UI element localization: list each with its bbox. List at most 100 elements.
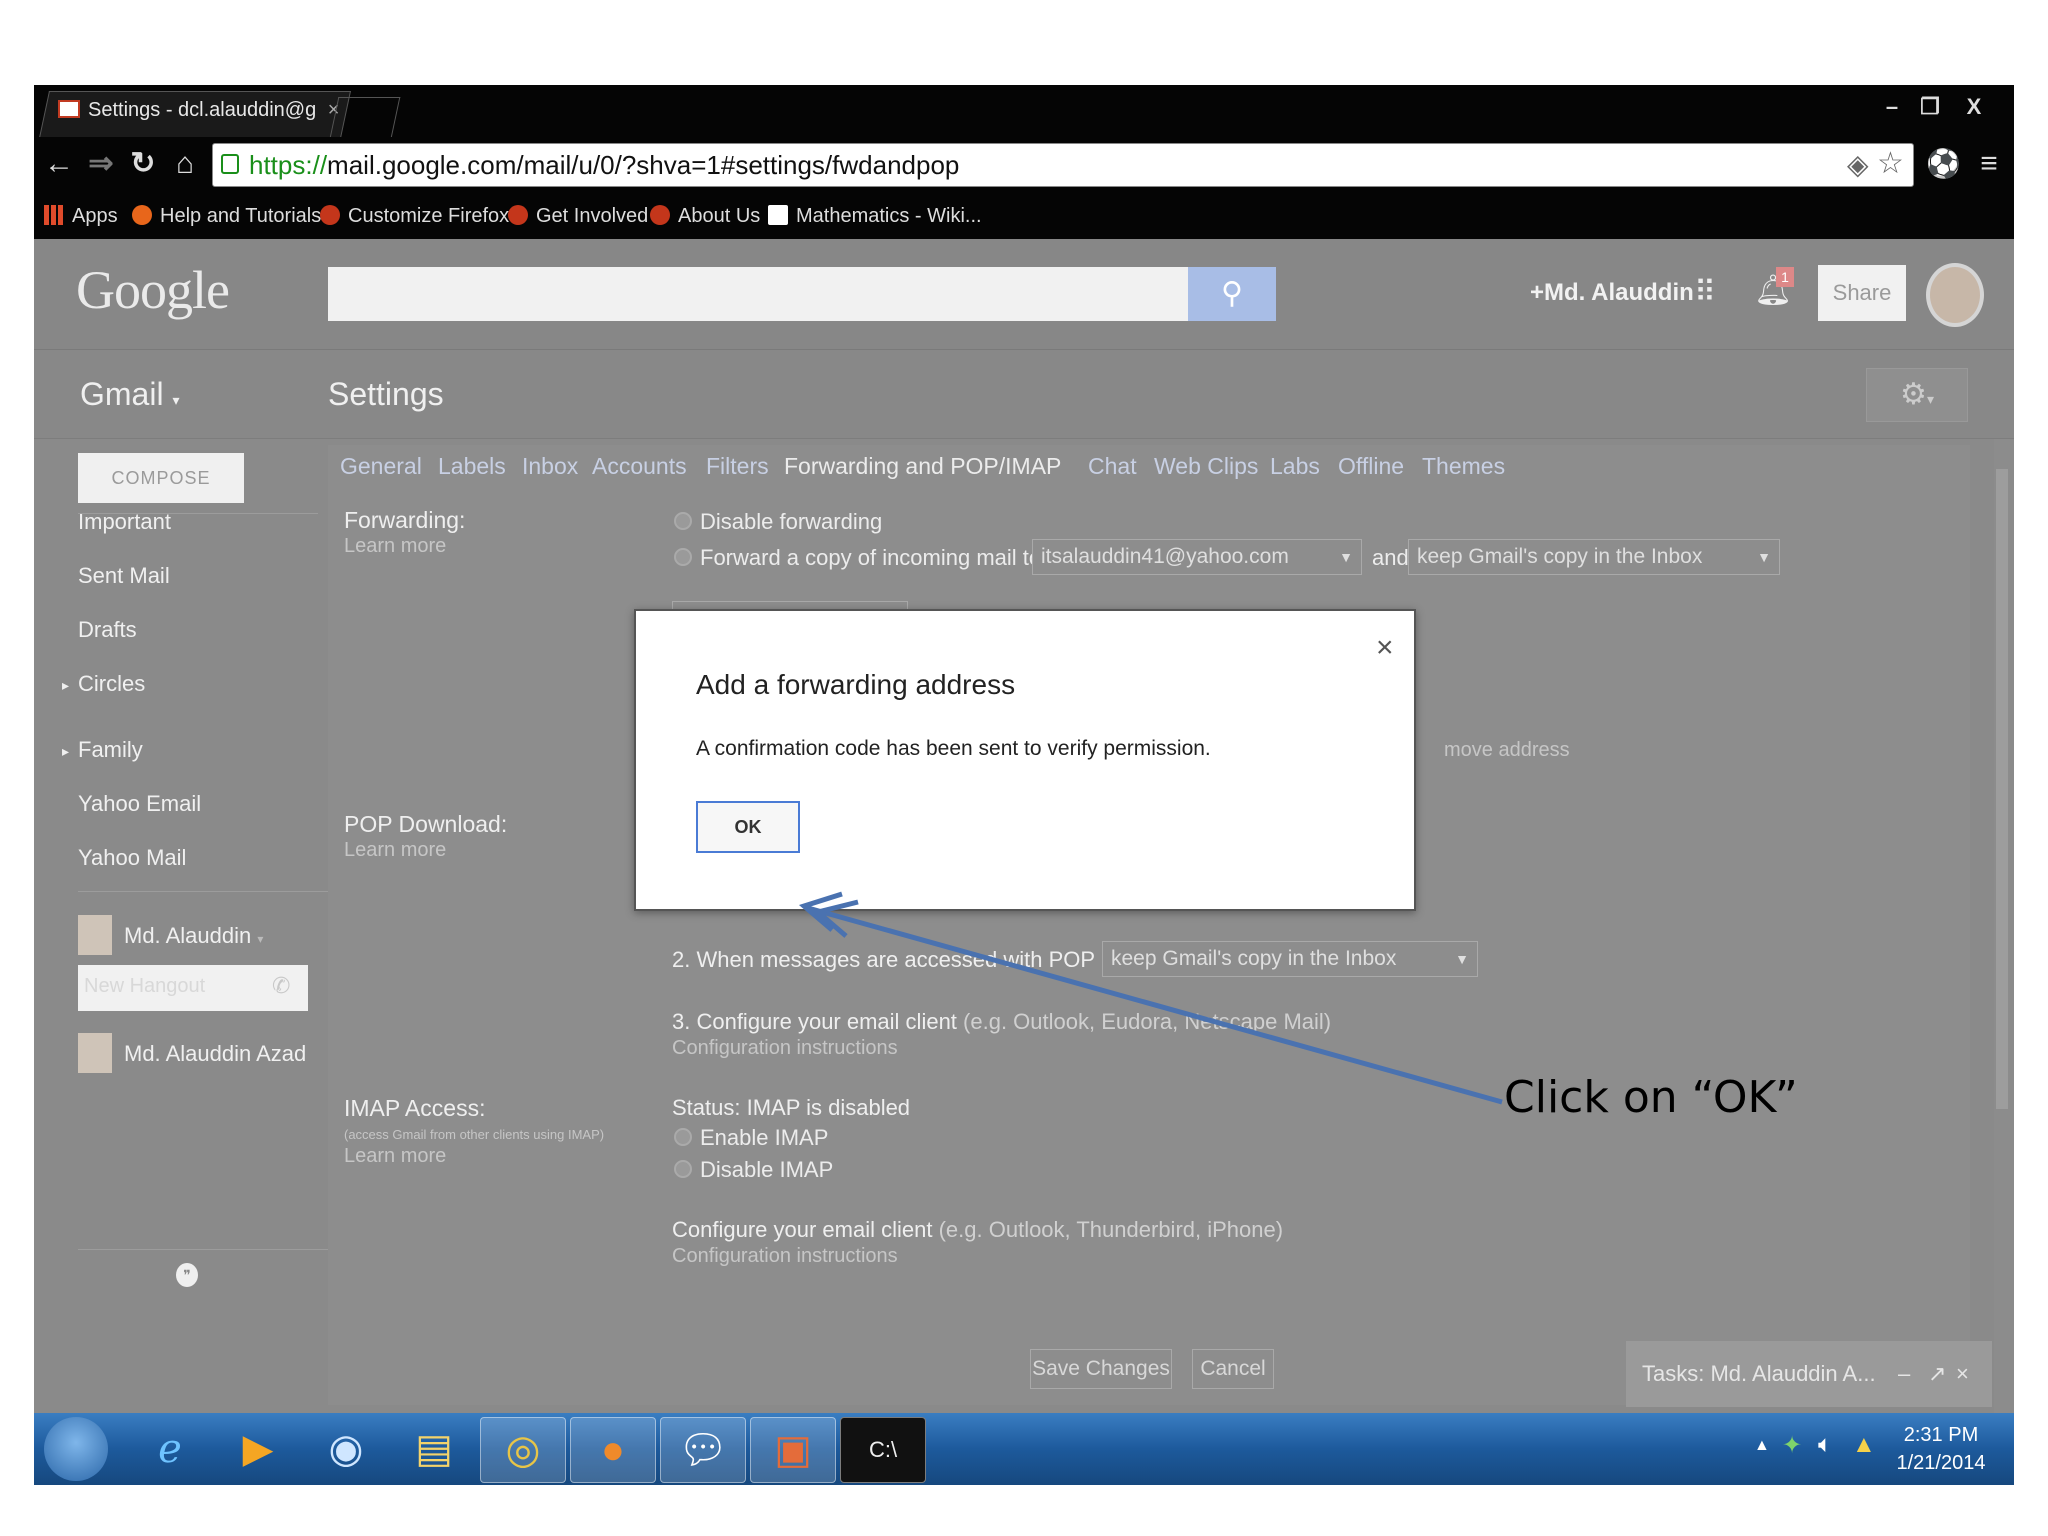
extension-icon[interactable]: ◈ xyxy=(1847,148,1869,181)
bookmark-apps[interactable]: Apps xyxy=(44,201,118,231)
radio-selected[interactable] xyxy=(674,1160,692,1178)
imap-config-instructions[interactable]: Configuration instructions xyxy=(672,1245,898,1268)
back-arrow-icon[interactable]: ← xyxy=(42,147,76,181)
cancel-button[interactable]: Cancel xyxy=(1192,1349,1274,1389)
tab-chat[interactable]: Chat xyxy=(1088,453,1137,480)
hangouts-quote-icon[interactable]: ❞ xyxy=(176,1263,198,1287)
radio-selected[interactable] xyxy=(674,512,692,530)
forwarding-learn-more[interactable]: Learn more xyxy=(344,535,446,558)
drive-tray-icon[interactable]: ▲ xyxy=(1852,1431,1876,1459)
bookmark-help[interactable]: Help and Tutorials xyxy=(132,201,321,231)
bookmark-wiki[interactable]: Mathematics - Wiki... xyxy=(768,201,982,231)
tab-offline[interactable]: Offline xyxy=(1338,453,1404,480)
annotation-text: Click on “OK” xyxy=(1504,1072,1798,1123)
remove-address-link[interactable]: move address xyxy=(1444,739,1570,762)
dropdown-arrow-icon: ▼ xyxy=(1339,549,1353,565)
command-prompt-icon[interactable]: C:\ xyxy=(840,1417,926,1483)
tab-labels[interactable]: Labels xyxy=(438,453,506,480)
search-button[interactable]: ⚲ xyxy=(1188,267,1276,321)
show-hidden-icons[interactable]: ▲ xyxy=(1754,1437,1770,1455)
compose-button[interactable]: COMPOSE xyxy=(78,453,244,503)
pop-config-instructions[interactable]: Configuration instructions xyxy=(672,1037,898,1060)
network-tray-icon[interactable]: ✦ xyxy=(1782,1431,1802,1460)
nav-item-drafts[interactable]: Drafts xyxy=(78,617,137,643)
settings-gear-button[interactable]: ⚙▾ xyxy=(1866,368,1968,422)
tab-themes[interactable]: Themes xyxy=(1422,453,1505,480)
app-launcher-icon[interactable]: ◉ xyxy=(304,1417,388,1481)
bookmark-customize[interactable]: Customize Firefox xyxy=(320,201,509,231)
hangout-user[interactable]: Md. Alauddin ▾ xyxy=(124,923,263,949)
tab-general[interactable]: General xyxy=(340,453,422,480)
expand-triangle-icon[interactable]: ▸ xyxy=(62,743,69,760)
popout-icon[interactable]: ↗ xyxy=(1928,1341,1946,1407)
volume-tray-icon[interactable]: 🔈︎ xyxy=(1818,1431,1832,1459)
bookmark-star-icon[interactable]: ☆ xyxy=(1877,146,1904,181)
scrollbar-thumb[interactable] xyxy=(1996,469,2008,1109)
new-tab-button[interactable] xyxy=(329,97,401,138)
taskbar-clock[interactable]: 2:31 PM 1/21/2014 xyxy=(1886,1421,1996,1477)
bookmark-about[interactable]: About Us xyxy=(650,201,760,231)
forward-address-select[interactable]: itsalauddin41@yahoo.com ▼ xyxy=(1032,539,1362,575)
reload-icon[interactable]: ↻ xyxy=(126,147,160,181)
dialog-close-icon[interactable]: × xyxy=(1376,631,1394,665)
ok-button[interactable]: OK xyxy=(696,801,800,853)
gear-icon: ⚙ xyxy=(1900,378,1927,411)
expand-triangle-icon[interactable]: ▸ xyxy=(62,677,69,694)
hangout-contact[interactable]: Md. Alauddin Azad xyxy=(124,1041,306,1067)
save-changes-button[interactable]: Save Changes xyxy=(1030,1349,1172,1389)
imap-learn-more[interactable]: Learn more xyxy=(344,1145,446,1168)
close-icon[interactable]: × xyxy=(1956,1341,1969,1407)
search-input[interactable] xyxy=(328,267,1188,321)
enable-imap-option[interactable]: Enable IMAP xyxy=(674,1125,828,1151)
disable-imap-option[interactable]: Disable IMAP xyxy=(674,1157,833,1183)
avatar[interactable] xyxy=(1926,263,1984,327)
tasks-panel[interactable]: Tasks: Md. Alauddin A... – ↗ × xyxy=(1626,1341,1992,1407)
menu-icon[interactable]: ≡ xyxy=(1972,147,2006,181)
tab-labs[interactable]: Labs xyxy=(1270,453,1320,480)
ie-icon[interactable]: ℯ xyxy=(128,1417,212,1481)
radio-unselected[interactable] xyxy=(674,548,692,566)
keep-copy-select[interactable]: keep Gmail's copy in the Inbox ▼ xyxy=(1408,539,1780,575)
nav-item-family[interactable]: ▸ Family xyxy=(62,737,143,763)
media-player-icon[interactable]: ▶ xyxy=(216,1417,300,1481)
tab-inbox[interactable]: Inbox xyxy=(522,453,578,480)
start-button[interactable] xyxy=(44,1417,108,1481)
share-button[interactable]: Share xyxy=(1818,265,1906,321)
extension-button-icon[interactable]: ⚽ xyxy=(1926,147,1961,181)
tab-web-clips[interactable]: Web Clips xyxy=(1154,453,1258,480)
nav-item-circles[interactable]: ▸ Circles xyxy=(62,671,145,697)
disable-forwarding-option[interactable]: Disable forwarding xyxy=(674,509,882,535)
forward-copy-option[interactable]: Forward a copy of incoming mail to xyxy=(674,545,1041,571)
phone-icon[interactable]: ✆ xyxy=(272,973,290,999)
and-label: and xyxy=(1372,545,1409,570)
firefox-taskbar-icon[interactable]: ● xyxy=(570,1417,656,1483)
url-text: mail.google.com/mail/u/0/?shva=1#setting… xyxy=(327,150,960,180)
radio-unselected[interactable] xyxy=(674,1128,692,1146)
address-bar[interactable]: https://mail.google.com/mail/u/0/?shva=1… xyxy=(212,143,1914,187)
presentation-taskbar-icon[interactable]: ▣ xyxy=(750,1417,836,1483)
nav-item-sent[interactable]: Sent Mail xyxy=(78,563,170,589)
forward-arrow-icon[interactable]: ⇒ xyxy=(84,147,118,181)
nav-item-yahoo-mail[interactable]: Yahoo Mail xyxy=(78,845,186,871)
tab-accounts[interactable]: Accounts xyxy=(592,453,687,480)
tab-filters[interactable]: Filters xyxy=(706,453,769,480)
tab-forwarding[interactable]: Forwarding and POP/IMAP xyxy=(784,453,1061,480)
user-name-link[interactable]: +Md. Alauddin xyxy=(1530,279,1694,307)
minimize-icon[interactable]: – xyxy=(1898,1341,1910,1407)
gmail-menu[interactable]: Gmail ▾ xyxy=(80,376,179,413)
clock-time: 2:31 PM xyxy=(1903,1424,1979,1446)
nav-item-yahoo-email[interactable]: Yahoo Email xyxy=(78,791,201,817)
pop-learn-more[interactable]: Learn more xyxy=(344,839,446,862)
apps-grid-icon[interactable]: ⠿ xyxy=(1694,275,1716,310)
left-nav: COMPOSE Important Sent Mail Drafts ▸ Circ… xyxy=(34,439,340,1413)
bookmark-get-involved[interactable]: Get Involved xyxy=(508,201,648,231)
window-close-button[interactable]: X xyxy=(1954,89,1994,125)
minimize-button[interactable]: – xyxy=(1874,89,1910,125)
home-icon[interactable]: ⌂ xyxy=(168,147,202,181)
chrome-taskbar-icon[interactable]: ◎ xyxy=(480,1417,566,1483)
restore-button[interactable]: ❐ xyxy=(1912,89,1948,125)
pop-action-select[interactable]: keep Gmail's copy in the Inbox ▼ xyxy=(1102,941,1478,977)
browser-tab-label[interactable]: Settings - dcl.alauddin@g × xyxy=(58,93,338,127)
chat-taskbar-icon[interactable]: 💬︎ xyxy=(660,1417,746,1483)
file-explorer-icon[interactable]: ▤ xyxy=(392,1417,476,1481)
